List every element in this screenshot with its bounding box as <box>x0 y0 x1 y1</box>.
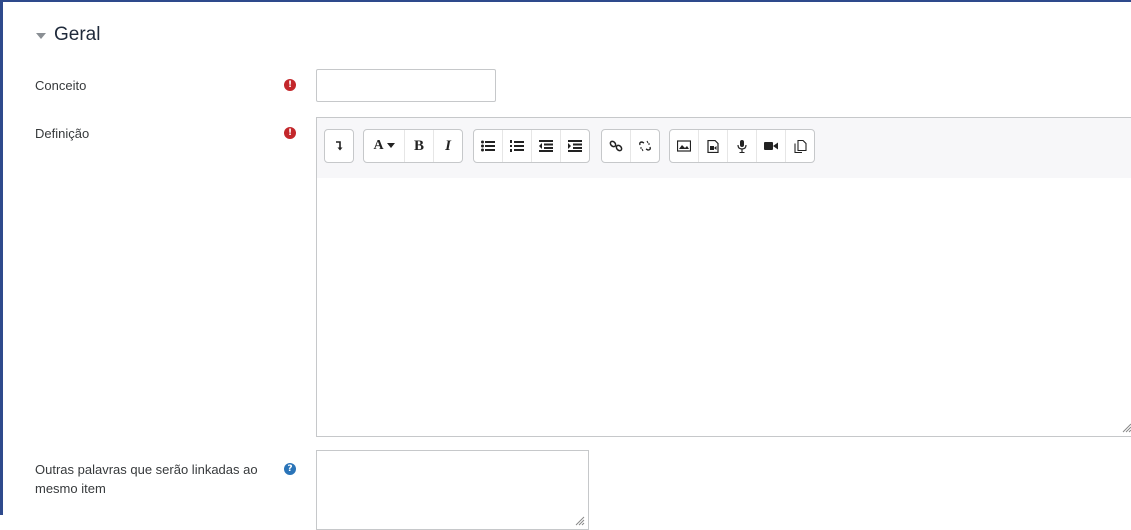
collapse-toggle-icon[interactable] <box>325 130 353 162</box>
resize-handle-icon[interactable] <box>1120 421 1131 433</box>
unordered-list-icon[interactable] <box>474 130 503 162</box>
definition-editor-area[interactable] <box>317 178 1131 436</box>
unlink-icon[interactable] <box>631 130 659 162</box>
section-title: Geral <box>54 24 101 45</box>
question-circle-icon[interactable]: ? <box>284 463 296 475</box>
indent-icon[interactable] <box>561 130 589 162</box>
image-icon[interactable] <box>670 130 699 162</box>
keywords-textarea[interactable] <box>316 450 589 530</box>
record-video-icon[interactable] <box>757 130 786 162</box>
concept-label: Conceito <box>35 78 87 93</box>
concept-input[interactable] <box>316 69 496 102</box>
caret-down-icon <box>36 33 46 39</box>
editor-toolbar: A B I <box>317 118 1131 179</box>
required-icon: ! <box>284 79 296 91</box>
toolbar-group-lists <box>473 129 590 163</box>
section-toggle-geral[interactable]: Geral <box>36 24 100 46</box>
keywords-label: Outras palavras que serão linkadas ao me… <box>35 462 258 496</box>
italic-icon[interactable]: I <box>434 130 462 162</box>
resize-handle-icon[interactable] <box>573 514 585 526</box>
outdent-icon[interactable] <box>532 130 561 162</box>
required-icon: ! <box>284 127 296 139</box>
toolbar-group-links <box>601 129 660 163</box>
window-frame-left <box>0 0 3 515</box>
bold-icon[interactable]: B <box>405 130 434 162</box>
toolbar-group-media <box>669 129 815 163</box>
record-audio-icon[interactable] <box>728 130 757 162</box>
manage-files-icon[interactable] <box>786 130 814 162</box>
definition-label: Definição <box>35 126 90 141</box>
toolbar-group-style: A B I <box>363 129 463 163</box>
window-frame-top <box>0 0 1131 2</box>
ordered-list-icon[interactable] <box>503 130 532 162</box>
toolbar-group-collapse <box>324 129 354 163</box>
font-color-icon[interactable]: A <box>364 130 405 162</box>
media-icon[interactable] <box>699 130 728 162</box>
link-icon[interactable] <box>602 130 631 162</box>
definition-editor: A B I <box>316 117 1131 437</box>
